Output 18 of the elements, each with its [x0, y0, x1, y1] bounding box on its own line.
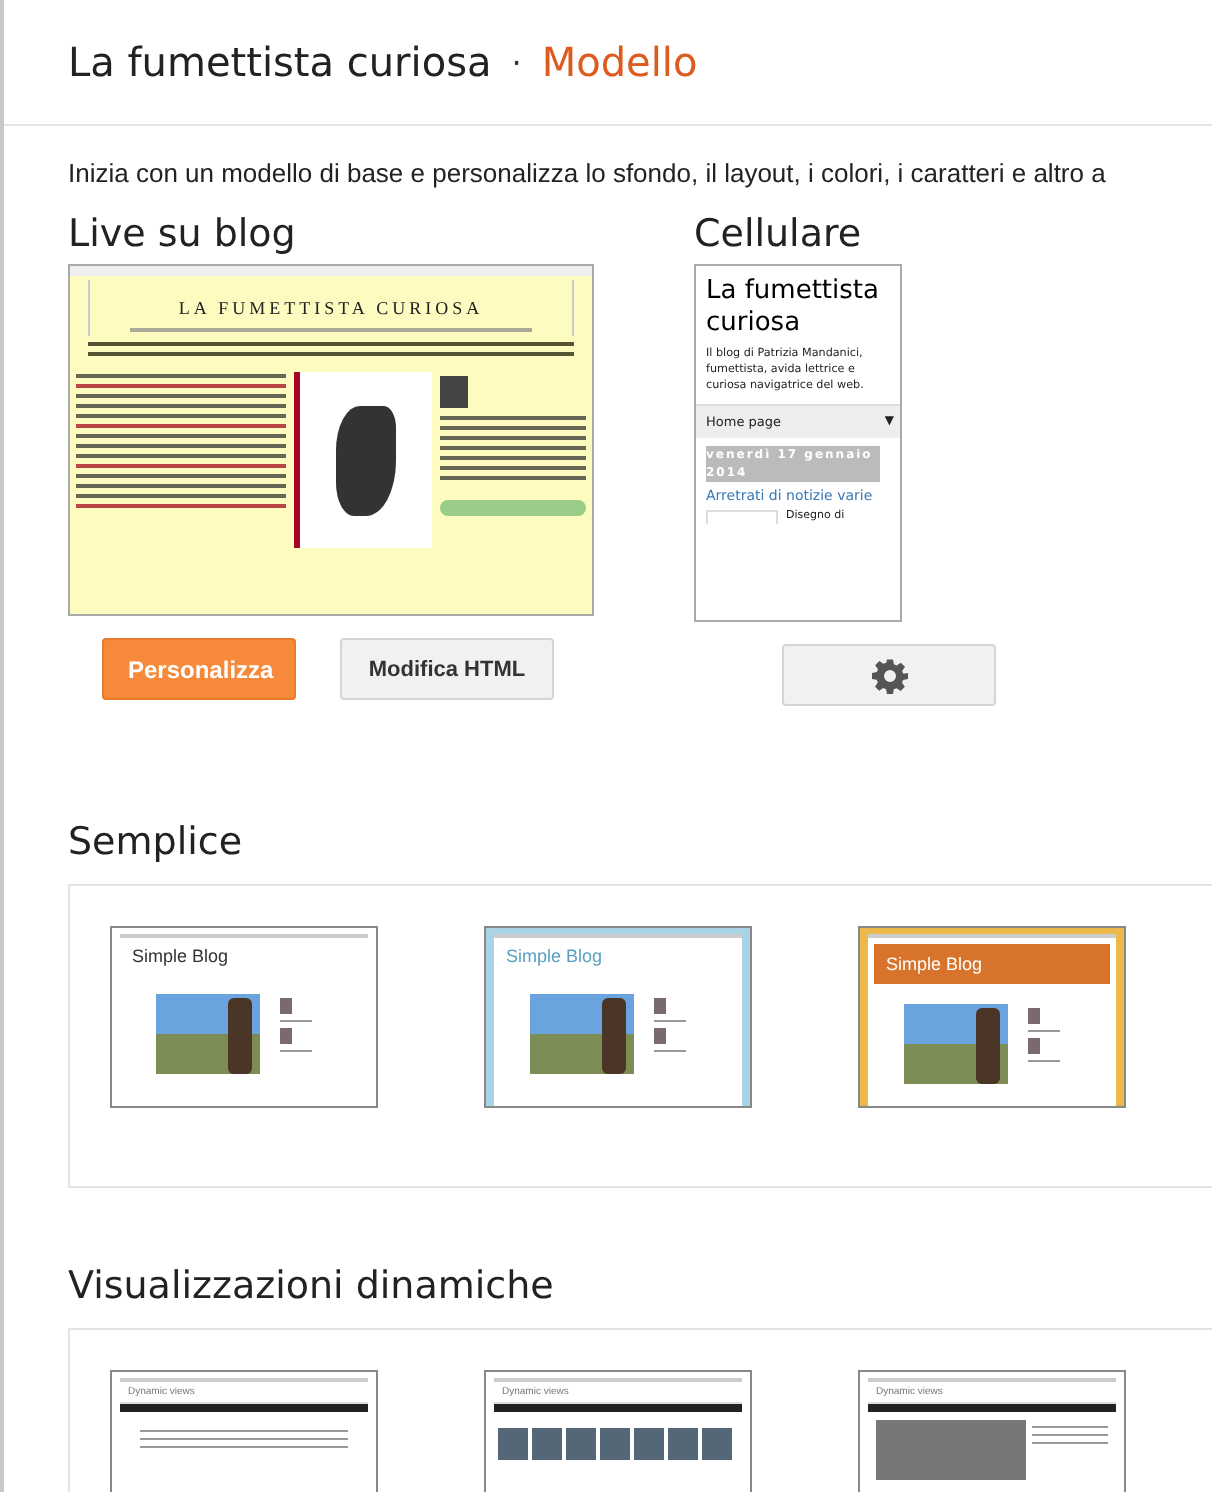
- template-thumbnail[interactable]: Simple Blog: [110, 926, 378, 1108]
- blog-preview-drawing[interactable]: LA FUMETTISTA CURIOSA: [68, 264, 594, 616]
- template-thumbnail[interactable]: Simple Blog: [484, 926, 752, 1108]
- section-heading: Visualizzazioni dinamiche: [68, 1264, 556, 1312]
- section-heading: Semplice: [68, 820, 245, 868]
- page-title: Modello: [541, 38, 698, 86]
- section-heading: Cellulare: [694, 212, 864, 260]
- title-separator: ·: [511, 43, 522, 81]
- section-heading: Live su blog: [68, 212, 298, 260]
- customize-button[interactable]: Personalizza: [102, 638, 296, 700]
- edit-html-button[interactable]: Modifica HTML: [340, 638, 554, 700]
- mobile-blog-title: La fumettista curiosa: [704, 274, 881, 340]
- settings-button[interactable]: [782, 644, 996, 706]
- intro-text: Inizia con un modello di base e personalizza lo sfondo, il layout, i colori, i caratteri e altro a: [68, 158, 1108, 188]
- blog-name: La fumettista curiosa: [68, 38, 492, 86]
- settings-icon: [871, 657, 907, 693]
- template-thumbnail[interactable]: Simple Blog: [858, 926, 1126, 1108]
- image-placeholder: [706, 510, 778, 524]
